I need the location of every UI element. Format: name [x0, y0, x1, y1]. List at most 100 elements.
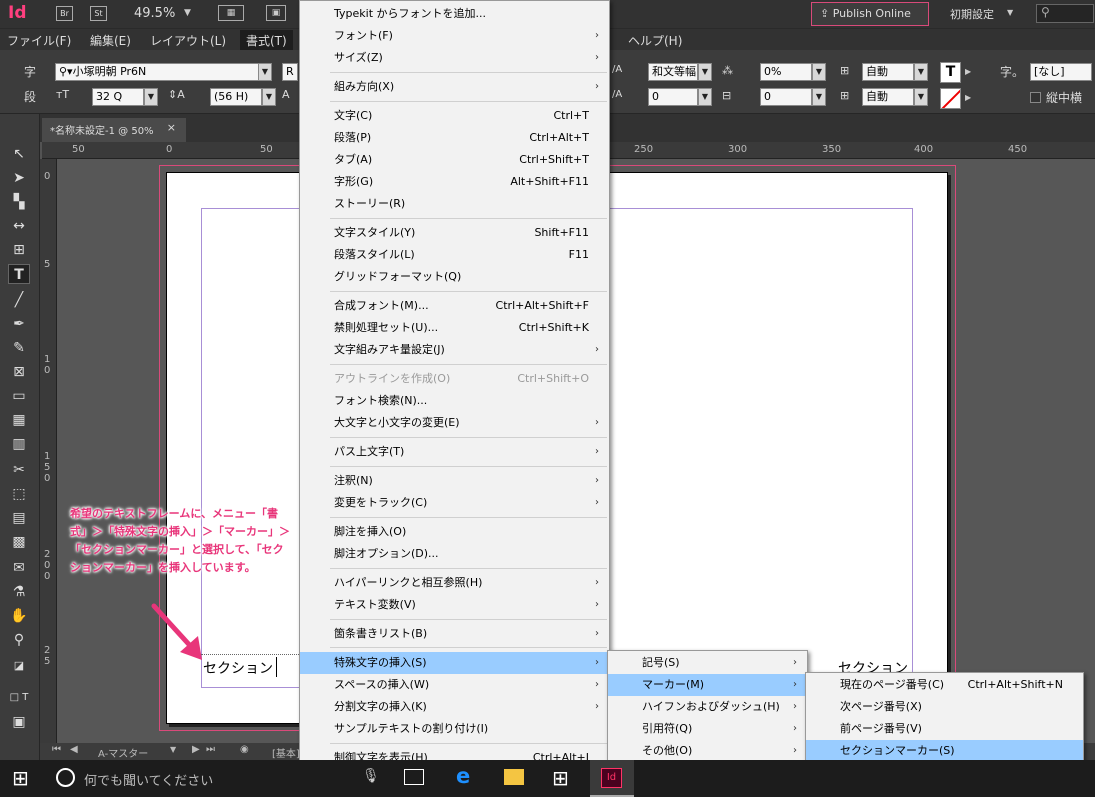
font-family-field[interactable]: ⚲▾小塚明朝 Pr6N — [55, 63, 260, 81]
master-page-selector[interactable]: A-マスター — [98, 745, 148, 760]
menu-item[interactable]: 段落(P) Ctrl+Alt+T — [300, 127, 609, 149]
menu-item[interactable]: ハイパーリンクと相互参照(H) › — [300, 572, 609, 594]
character-controls-icon[interactable]: 字 — [24, 63, 36, 80]
menu-item[interactable]: フォント検索(N)... — [300, 390, 609, 412]
leading-dropdown[interactable]: ▼ — [262, 88, 276, 106]
help-search-input[interactable]: ⚲ — [1036, 4, 1094, 23]
screen-mode-icon[interactable]: ▣ — [266, 5, 286, 21]
next-page-button[interactable]: ▶ — [192, 744, 200, 755]
zoom-level[interactable]: 49.5% — [134, 6, 175, 21]
store-icon[interactable]: ⊞ — [552, 766, 569, 790]
menu-item[interactable]: ストーリー(R) — [300, 193, 609, 215]
font-size-field[interactable]: 32 Q — [92, 88, 144, 106]
zoom-dropdown-icon[interactable]: ▼ — [184, 8, 191, 18]
page-selector-dropdown-icon[interactable]: ▼ — [170, 745, 176, 754]
menu-item[interactable]: 記号(S) › — [608, 652, 807, 674]
content-collector-icon[interactable]: ⊞ — [8, 240, 30, 260]
rectangle-tool-icon[interactable]: ▭ — [8, 386, 30, 406]
first-page-button[interactable]: ⏮ — [52, 744, 61, 755]
menu-item[interactable]: 文字スタイル(Y) Shift+F11 — [300, 222, 609, 244]
windows-start-icon[interactable]: ⊞ — [12, 766, 29, 790]
menu-item[interactable]: パス上文字(T) › — [300, 441, 609, 463]
menu-file[interactable]: ファイル(F) — [7, 32, 71, 49]
view-options-icon[interactable]: ▦ — [218, 5, 244, 21]
horizontal-grid-tool-icon[interactable]: ▦ — [8, 410, 30, 430]
tsume-field[interactable]: 0% — [760, 63, 812, 81]
gap-tool-icon[interactable]: ↔ — [8, 216, 30, 236]
menu-item[interactable]: 現在のページ番号(C) Ctrl+Alt+Shift+N — [806, 674, 1083, 696]
scissors-tool-icon[interactable]: ✂ — [8, 460, 30, 480]
menu-item[interactable]: 脚注を挿入(O) — [300, 521, 609, 543]
menu-item[interactable]: 文字組みアキ量設定(J) › — [300, 339, 609, 361]
rectangle-frame-tool-icon[interactable]: ⊠ — [8, 362, 30, 382]
text-fill-dropdown[interactable]: ▶ — [965, 62, 979, 82]
file-explorer-icon[interactable] — [504, 769, 524, 785]
last-page-button[interactable]: ⏭ — [206, 744, 215, 755]
stroke-dropdown[interactable]: ▶ — [965, 88, 979, 108]
menu-layout[interactable]: レイアウト(L) — [150, 32, 226, 49]
composer-dropdown[interactable]: ▼ — [698, 63, 712, 81]
menu-item[interactable]: 変更をトラック(C) › — [300, 492, 609, 514]
previous-page-button[interactable]: ◀ — [70, 744, 78, 755]
menu-item[interactable]: 前ページ番号(V) — [806, 718, 1083, 740]
leading-field[interactable]: (56 H) — [210, 88, 262, 106]
paragraph-controls-icon[interactable]: 段 — [24, 88, 36, 105]
pencil-tool-icon[interactable]: ✎ — [8, 338, 30, 358]
menu-item[interactable]: 大文字と小文字の変更(E) › — [300, 412, 609, 434]
menu-item[interactable]: 次ページ番号(X) — [806, 696, 1083, 718]
menu-item[interactable]: 合成フォント(M)... Ctrl+Alt+Shift+F — [300, 295, 609, 317]
aki-after-dropdown[interactable]: ▼ — [914, 88, 928, 106]
menu-item[interactable]: 脚注オプション(D)... — [300, 543, 609, 565]
note-tool-icon[interactable]: ✉ — [8, 558, 30, 578]
baseline-shift-dropdown[interactable]: ▼ — [812, 88, 826, 106]
menu-item[interactable]: サイズ(Z) › — [300, 47, 609, 69]
document-tab[interactable]: *名称未設定-1 @ 50% × — [42, 118, 186, 142]
tsume-dropdown[interactable]: ▼ — [812, 63, 826, 81]
bridge-button[interactable]: Br — [56, 6, 73, 21]
selection-tool-icon[interactable]: ↖ — [8, 144, 30, 164]
page-tool-icon[interactable]: ▚ — [8, 192, 30, 212]
menu-item[interactable]: スペースの挿入(W) › — [300, 674, 609, 696]
font-style-field[interactable]: R — [282, 63, 298, 81]
menu-item[interactable]: グリッドフォーマット(Q) — [300, 266, 609, 288]
menu-item[interactable]: フォント(F) › — [300, 25, 609, 47]
direct-selection-tool-icon[interactable]: ➤ — [8, 168, 30, 188]
gradient-feather-tool-icon[interactable]: ▩ — [8, 532, 30, 552]
stroke-none-icon[interactable] — [940, 88, 961, 109]
menu-item[interactable]: サンプルテキストの割り付け(I) — [300, 718, 609, 740]
fill-stroke-icon[interactable]: ◪ — [8, 656, 30, 676]
stock-button[interactable]: St — [90, 6, 107, 21]
pen-tool-icon[interactable]: ✒ — [8, 314, 30, 334]
eyedropper-tool-icon[interactable]: ⚗ — [8, 582, 30, 602]
menu-item[interactable]: 分割文字の挿入(K) › — [300, 696, 609, 718]
microphone-icon[interactable]: 🎙 — [362, 768, 380, 784]
line-tool-icon[interactable]: ╱ — [8, 290, 30, 310]
menu-item[interactable]: 箇条書きリスト(B) › — [300, 623, 609, 645]
preflight-icon[interactable]: ◉ — [240, 744, 249, 755]
menu-item[interactable]: 禁則処理セット(U)... Ctrl+Shift+K — [300, 317, 609, 339]
edge-icon[interactable]: e — [456, 764, 470, 788]
menu-item[interactable]: 引用符(Q) › — [608, 718, 807, 740]
text-fill-icon[interactable]: T — [940, 62, 961, 83]
menu-type[interactable]: 書式(T) — [240, 30, 293, 51]
tate-chu-yoko-checkbox[interactable] — [1030, 92, 1041, 103]
menu-item[interactable]: 字形(G) Alt+Shift+F11 — [300, 171, 609, 193]
aki-before-dropdown[interactable]: ▼ — [914, 63, 928, 81]
menu-item[interactable]: 組み方向(X) › — [300, 76, 609, 98]
menu-item[interactable]: マーカー(M) › — [608, 674, 807, 696]
menu-item[interactable]: 文字(C) Ctrl+T — [300, 105, 609, 127]
menu-edit[interactable]: 編集(E) — [90, 32, 131, 49]
task-view-icon[interactable] — [404, 769, 424, 785]
menu-item[interactable]: テキスト変数(V) › — [300, 594, 609, 616]
free-transform-tool-icon[interactable]: ⬚ — [8, 484, 30, 504]
zoom-tool-icon[interactable]: ⚲ — [8, 630, 30, 650]
indesign-taskbar-button[interactable]: Id — [590, 760, 634, 797]
tracking-field[interactable]: 0 — [648, 88, 698, 106]
vertical-grid-tool-icon[interactable]: ▥ — [8, 434, 30, 454]
menu-help[interactable]: ヘルプ(H) — [628, 32, 682, 49]
menu-item[interactable]: その他(O) › — [608, 740, 807, 762]
workspace-switcher[interactable]: 初期設定 — [950, 6, 994, 22]
baseline-shift-field[interactable]: 0 — [760, 88, 812, 106]
menu-item[interactable]: ハイフンおよびダッシュ(H) › — [608, 696, 807, 718]
workspace-dropdown-icon[interactable]: ▼ — [1007, 8, 1013, 17]
